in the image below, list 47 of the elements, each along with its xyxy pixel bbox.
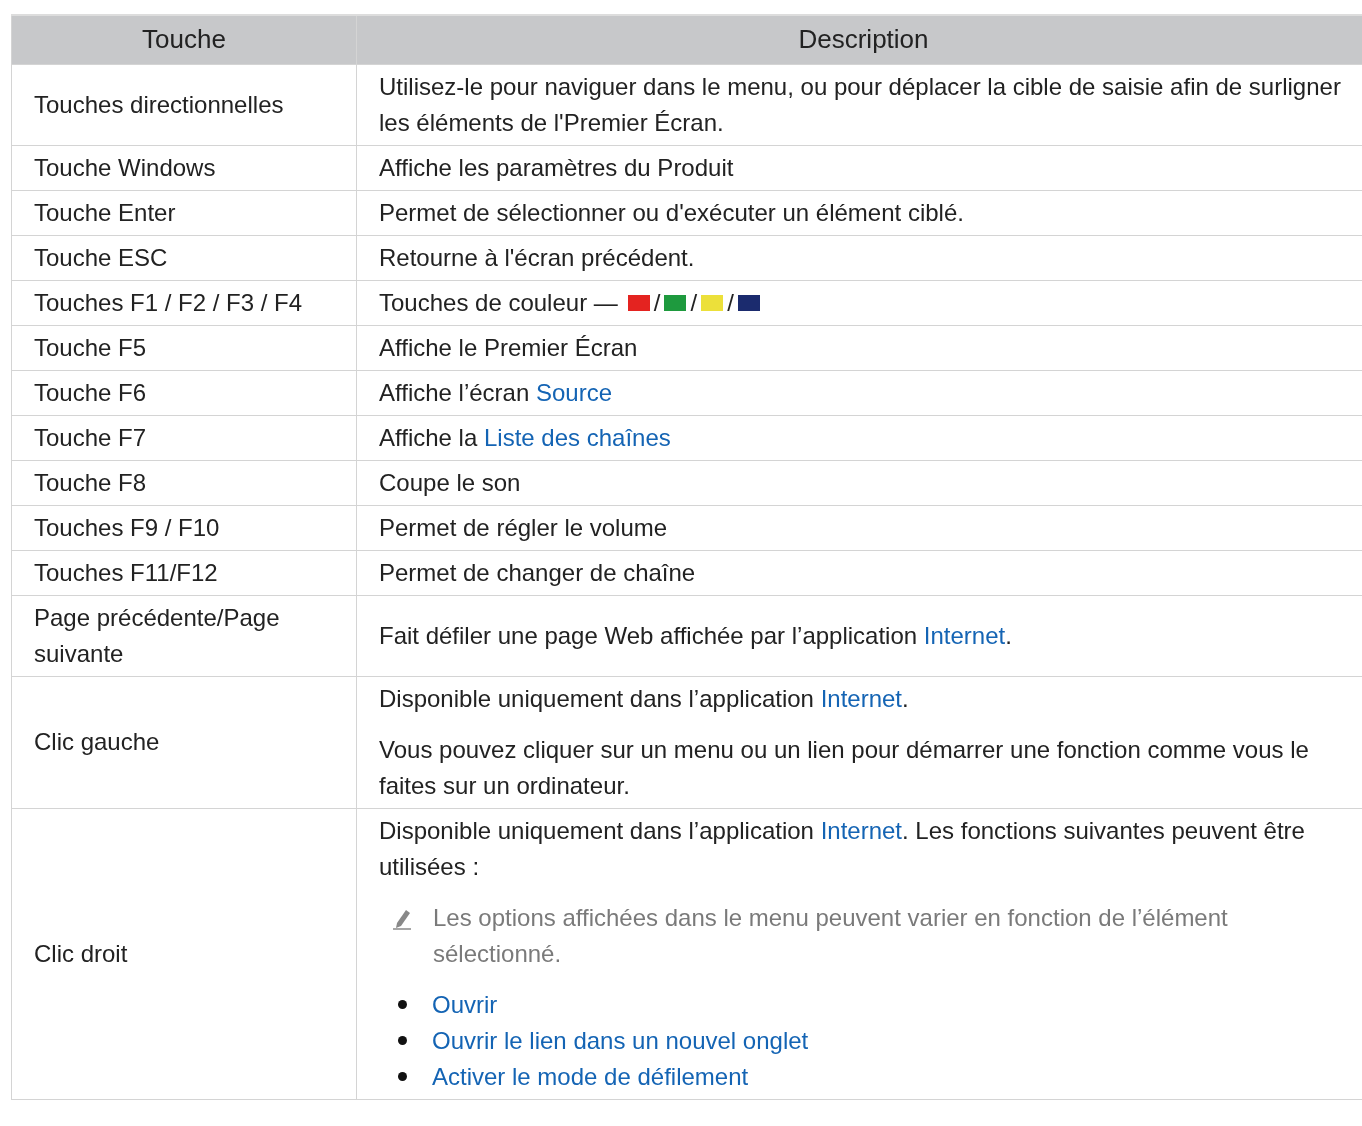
description-text: Disponible uniquement dans l’application Internet. Les fonctions suivantes peuvent être utilisées :	[379, 815, 1306, 882]
key-cell: Touches F9 / F10	[11, 505, 357, 550]
key-cell: Touche F5	[11, 325, 357, 370]
note-text: Les options affichées dans le menu peuvent varier en fonction de l’élément sélectionné.	[433, 902, 1229, 969]
description-text: Retourne à l'écran précédent.	[379, 242, 696, 273]
key-cell: Touche F7	[11, 415, 357, 460]
link[interactable]: Ouvrir	[432, 986, 498, 1023]
description-text: Affiche la Liste des chaînes	[379, 422, 672, 453]
key-cell: Touches directionnelles	[11, 64, 357, 145]
link[interactable]: Internet	[820, 684, 902, 712]
key-cell: Touche Enter	[11, 190, 357, 235]
key-cell: Touche F6	[11, 370, 357, 415]
description-text: Permet de sélectionner ou d'exécuter un élément ciblé.	[379, 197, 965, 228]
key-cell: Touche Windows	[11, 145, 357, 190]
description-text: Touches de couleur —	[379, 287, 618, 318]
link[interactable]: Source	[536, 378, 613, 406]
description-text: Coupe le son	[379, 467, 522, 498]
column-header: Touche	[11, 15, 357, 64]
description-text: Fait défiler une page Web affichée par l’application Internet.	[379, 620, 1013, 651]
separator-text: /	[727, 287, 734, 318]
key-cell: Clic droit	[11, 808, 357, 1099]
key-cell: Page précédente/Page suivante	[11, 595, 357, 676]
column-header: Description	[356, 15, 1362, 64]
key-cell: Touches F11/F12	[11, 550, 357, 595]
separator-text: /	[690, 287, 698, 318]
link[interactable]: Ouvrir le lien dans un nouvel onglet	[432, 1022, 809, 1059]
bullet-icon	[398, 1072, 407, 1081]
description-text: Permet de changer de chaîne	[379, 557, 697, 588]
description-text: Disponible uniquement dans l’application Internet.	[379, 683, 910, 714]
link[interactable]: Activer le mode de défilement	[432, 1058, 749, 1095]
description-text: Affiche le Premier Écran	[379, 332, 639, 363]
description-text: Utilisez-le pour naviguer dans le menu, ou pour déplacer la cible de saisie afin de surligner les éléments de l'Premier Écran.	[379, 71, 1342, 138]
key-cell: Touche ESC	[11, 235, 357, 280]
bullet-icon	[398, 1036, 407, 1045]
key-cell: Touches F1 / F2 / F3 / F4	[11, 280, 357, 325]
link[interactable]: Internet	[820, 816, 902, 844]
link[interactable]: Internet	[923, 621, 1006, 649]
separator-text: /	[653, 287, 661, 318]
description-text: Vous pouvez cliquer sur un menu ou un lien pour démarrer une fonction comme vous le faites sur un ordinateur.	[379, 734, 1310, 801]
description-text: Affiche les paramètres du Produit	[379, 152, 735, 183]
bullet-icon	[398, 1000, 407, 1009]
key-cell: Clic gauche	[11, 676, 357, 808]
pencil-icon	[393, 907, 413, 930]
link[interactable]: Liste des chaînes	[483, 423, 671, 451]
description-text: Permet de régler le volume	[379, 512, 669, 543]
description-text: Affiche l’écran Source	[379, 377, 614, 408]
key-cell: Touche F8	[11, 460, 357, 505]
